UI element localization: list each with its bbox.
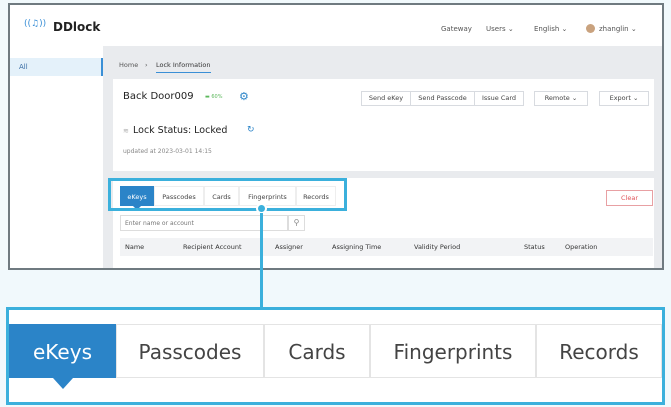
- nav-users-label: Users: [486, 25, 506, 33]
- nav-gateway[interactable]: Gateway: [441, 25, 472, 33]
- battery-indicator: ▬ 60%: [205, 94, 222, 100]
- lock-status: Lock Status: Locked: [133, 125, 228, 136]
- callout-line: [260, 213, 263, 308]
- nav-users[interactable]: Users ⌄: [486, 25, 514, 33]
- sidebar-item-all[interactable]: All: [10, 58, 103, 76]
- refresh-icon[interactable]: ↻: [247, 125, 255, 135]
- zoom-tab-passcodes[interactable]: Passcodes: [116, 324, 264, 378]
- column-operation: Operation: [565, 243, 598, 251]
- chevron-down-icon: ⌄: [561, 25, 568, 33]
- app-window: ((♫)) DDlock Gateway Users ⌄ English ⌄ z…: [8, 3, 664, 270]
- main-content: Home › Lock Information Back Door009 ▬ 6…: [103, 46, 662, 268]
- top-header: ((♫)) DDlock Gateway Users ⌄ English ⌄ z…: [10, 5, 662, 46]
- lock-name: Back Door009: [123, 91, 194, 102]
- zoom-tab-records[interactable]: Records: [536, 324, 662, 378]
- zoom-tab-cards[interactable]: Cards: [264, 324, 370, 378]
- send-ekey-button[interactable]: Send eKey: [361, 91, 411, 106]
- chevron-down-icon: ⌄: [632, 94, 639, 102]
- tabs-highlight-box: [108, 178, 347, 211]
- column-name: Name: [125, 243, 145, 251]
- avatar[interactable]: [586, 24, 595, 33]
- breadcrumb-home[interactable]: Home: [119, 61, 138, 69]
- sidebar: All: [10, 46, 103, 268]
- battery-icon: ▬: [205, 94, 210, 100]
- active-tab-pointer: [53, 378, 73, 389]
- search-icon[interactable]: ⚲: [288, 215, 305, 231]
- app-name: DDlock: [53, 20, 101, 34]
- chevron-down-icon: ⌄: [630, 25, 637, 33]
- zoomed-tabs-panel: eKeys Passcodes Cards Fingerprints Recor…: [6, 307, 665, 405]
- wifi-icon: ≋: [123, 127, 129, 135]
- column-assigning-time: Assigning Time: [332, 243, 382, 251]
- send-passcode-button[interactable]: Send Passcode: [410, 91, 475, 106]
- clear-button[interactable]: Clear: [606, 190, 653, 206]
- remote-dropdown[interactable]: Remote ⌄: [534, 91, 588, 106]
- gear-icon[interactable]: ⚙: [239, 90, 249, 103]
- logo-icon: ((♫)): [24, 19, 47, 29]
- remote-label: Remote: [544, 94, 570, 102]
- column-recipient-account: Recipient Account: [183, 243, 242, 251]
- nav-language[interactable]: English ⌄: [534, 25, 567, 33]
- user-name: zhanglin: [599, 25, 629, 33]
- chevron-down-icon: ⌄: [571, 94, 578, 102]
- breadcrumb-current: Lock Information: [156, 61, 211, 73]
- export-dropdown[interactable]: Export ⌄: [599, 91, 649, 106]
- column-assigner: Assigner: [275, 243, 303, 251]
- battery-level: 60%: [211, 94, 223, 100]
- nav-language-label: English: [534, 25, 560, 33]
- column-status: Status: [524, 243, 545, 251]
- updated-time: updated at 2023-03-01 14:15: [123, 148, 212, 155]
- column-validity-period: Validity Period: [414, 243, 461, 251]
- chevron-down-icon: ⌄: [507, 25, 514, 33]
- lock-info-card: Back Door009 ▬ 60% ⚙ Send eKey Send Pass…: [113, 79, 654, 171]
- breadcrumb-separator: ›: [145, 61, 148, 69]
- export-label: Export: [609, 94, 631, 102]
- issue-card-button[interactable]: Issue Card: [474, 91, 524, 106]
- user-menu[interactable]: zhanglin ⌄: [599, 25, 637, 33]
- zoom-tab-fingerprints[interactable]: Fingerprints: [370, 324, 536, 378]
- zoom-tab-ekeys[interactable]: eKeys: [9, 324, 116, 378]
